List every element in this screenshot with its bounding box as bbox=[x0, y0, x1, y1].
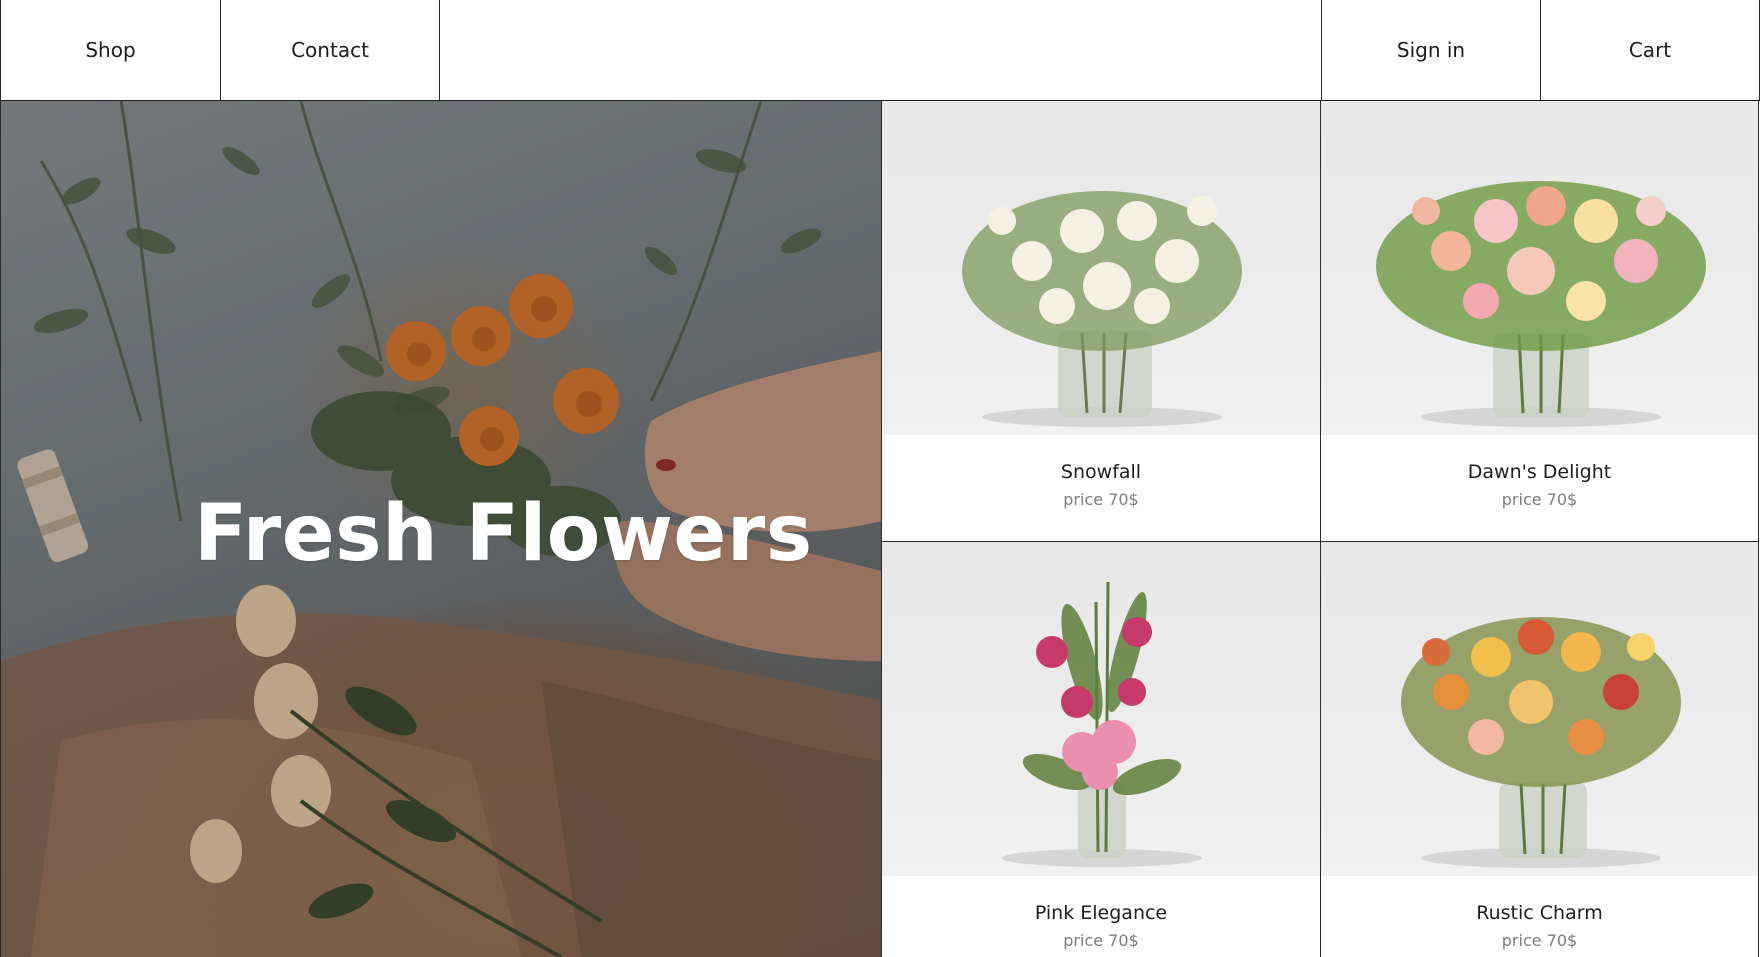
nav-signin-label: Sign in bbox=[1396, 38, 1466, 62]
nav-signin-link[interactable]: Sign in bbox=[1321, 0, 1540, 100]
top-navigation: Shop Contact Sign in Cart bbox=[0, 0, 1760, 101]
nav-cart-link[interactable]: Cart bbox=[1540, 0, 1760, 100]
product-image bbox=[1321, 101, 1758, 435]
product-name: Rustic Charm bbox=[1476, 902, 1603, 924]
bouquet-illustration bbox=[1376, 181, 1706, 427]
nav-spacer bbox=[439, 0, 1321, 100]
product-name: Snowfall bbox=[1060, 461, 1142, 483]
product-name: Dawn's Delight bbox=[1467, 461, 1612, 483]
nav-shop-link[interactable]: Shop bbox=[0, 0, 220, 100]
nav-shop-label: Shop bbox=[85, 38, 136, 62]
product-name: Pink Elegance bbox=[1034, 902, 1168, 924]
bouquet-illustration bbox=[1401, 617, 1681, 868]
nav-cart-label: Cart bbox=[1628, 38, 1672, 62]
product-price: price 70$ bbox=[1063, 931, 1139, 950]
product-image bbox=[882, 542, 1320, 876]
bouquet-illustration bbox=[962, 191, 1242, 427]
hero-banner: Fresh Flowers bbox=[0, 101, 881, 957]
product-card[interactable]: Dawn's Delight price 70$ bbox=[1320, 101, 1759, 541]
product-price: price 70$ bbox=[1063, 490, 1139, 509]
nav-contact-label: Contact bbox=[291, 38, 369, 62]
product-image bbox=[1321, 542, 1758, 876]
product-card[interactable]: Snowfall price 70$ bbox=[881, 101, 1320, 541]
product-card[interactable]: Pink Elegance price 70$ bbox=[881, 541, 1320, 957]
hero-title: Fresh Flowers bbox=[194, 489, 813, 579]
bouquet-illustration bbox=[1002, 581, 1202, 867]
product-price: price 70$ bbox=[1501, 490, 1578, 509]
product-image bbox=[882, 101, 1320, 435]
product-card[interactable]: Rustic Charm price 70$ bbox=[1320, 541, 1759, 957]
product-price: price 70$ bbox=[1501, 931, 1578, 950]
nav-contact-link[interactable]: Contact bbox=[220, 0, 439, 100]
